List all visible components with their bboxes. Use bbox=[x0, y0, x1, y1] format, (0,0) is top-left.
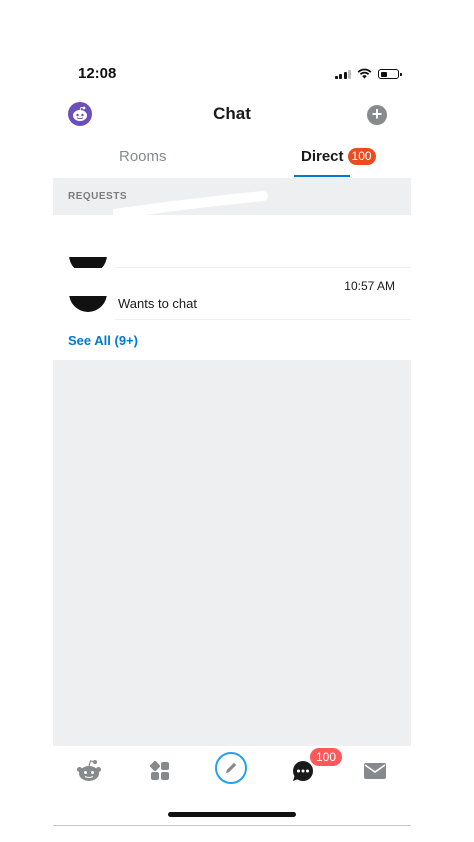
bottom-divider bbox=[53, 825, 411, 826]
tab-rooms[interactable]: Rooms bbox=[119, 148, 167, 165]
chat-unread-badge: 100 bbox=[310, 748, 343, 766]
header: Chat + bbox=[53, 96, 411, 132]
tab-direct[interactable]: Direct 100 bbox=[301, 148, 376, 165]
tab-rooms-label: Rooms bbox=[119, 148, 167, 165]
new-chat-button[interactable]: + bbox=[367, 105, 387, 125]
battery-icon bbox=[378, 69, 402, 79]
communities-icon bbox=[149, 760, 169, 780]
status-icons bbox=[334, 68, 402, 79]
avatar-redaction bbox=[65, 227, 111, 257]
nav-communities[interactable] bbox=[145, 756, 175, 786]
status-time: 12:08 bbox=[78, 65, 117, 82]
status-bar: 12:08 bbox=[53, 60, 411, 88]
bottom-nav: 100 bbox=[53, 746, 411, 796]
tab-direct-label: Direct bbox=[301, 148, 344, 165]
request-time: 10:57 AM bbox=[344, 279, 395, 293]
plus-icon: + bbox=[371, 104, 383, 124]
chat-screen: 12:08 Chat + Rooms Direct 100 REQUESTS 1… bbox=[53, 0, 411, 842]
avatar-redaction bbox=[65, 268, 111, 296]
direct-unread-badge: 100 bbox=[347, 148, 376, 165]
nav-inbox[interactable] bbox=[360, 756, 390, 786]
see-all-requests-link[interactable]: See All (9+) bbox=[68, 333, 138, 348]
request-row[interactable]: 10:57 AM Wants to chat bbox=[53, 268, 411, 320]
active-tab-indicator bbox=[294, 175, 350, 177]
page-title: Chat bbox=[213, 104, 251, 123]
wifi-icon bbox=[357, 68, 372, 79]
signal-icon bbox=[334, 69, 351, 79]
reddit-home-icon bbox=[77, 760, 101, 781]
direct-chats-empty-area bbox=[53, 360, 411, 746]
row-divider bbox=[115, 319, 411, 320]
redaction-scribble bbox=[113, 191, 268, 218]
request-subtitle: Wants to chat bbox=[118, 296, 197, 311]
nav-home[interactable] bbox=[74, 756, 104, 786]
inbox-icon bbox=[364, 763, 386, 779]
request-row[interactable] bbox=[53, 215, 411, 274]
home-indicator[interactable] bbox=[168, 812, 296, 817]
chat-tabs: Rooms Direct 100 bbox=[53, 142, 411, 178]
nav-compose[interactable] bbox=[215, 752, 247, 784]
compose-icon bbox=[226, 762, 237, 773]
